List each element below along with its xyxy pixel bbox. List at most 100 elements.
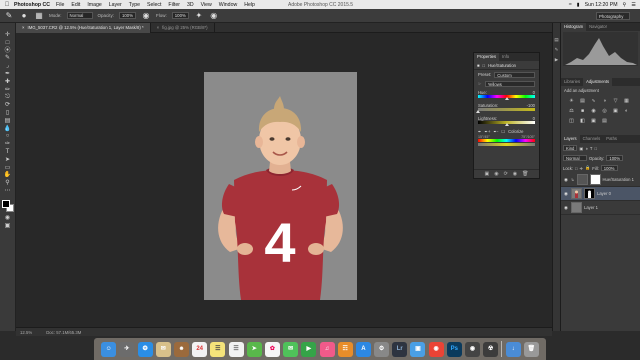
lock-pixels-icon[interactable]: □ [575,166,578,171]
type-tool-icon[interactable]: T [2,149,14,157]
messages-icon[interactable]: ✉ [283,341,299,357]
menu-view[interactable]: View [201,2,212,8]
fill-field[interactable]: 100% [600,165,618,171]
visibility-eye-icon[interactable]: ◉ [563,177,569,183]
menu-select[interactable]: Select [147,2,161,8]
wifi-icon[interactable]: ≈ [569,2,572,8]
hue-slider[interactable] [478,95,535,100]
photoshop-icon[interactable]: Ps [446,341,462,357]
filter-shape-icon[interactable]: □ [594,146,597,151]
flow-field[interactable]: 100% [171,12,189,19]
black-white-icon[interactable]: ■ [578,107,587,115]
preview-icon[interactable]: ▣ [410,341,426,357]
photo-filter-icon[interactable]: ◉ [589,107,598,115]
dodge-tool-icon[interactable]: ○ [2,133,14,141]
gradient-tool-icon[interactable]: ▤ [2,118,14,126]
lock-all-icon[interactable]: 🔒 [585,165,590,171]
actions-panel-icon[interactable]: ▶ [555,57,558,63]
crop-tool-icon[interactable]: ⌟ [2,63,14,71]
trash-icon[interactable]: 🗑 [523,341,539,357]
menu-layer[interactable]: Layer [109,2,122,8]
path-selection-tool-icon[interactable]: ➤ [2,157,14,165]
facetime-icon[interactable]: ▶ [301,341,317,357]
eyedropper-add-icon[interactable]: ✒+ [485,129,491,134]
history-brush-tool-icon[interactable]: ⟳ [2,102,14,110]
history-panel-icon[interactable]: ▤ [554,37,558,43]
color-swatches[interactable] [1,199,14,212]
screen-mode-icon[interactable]: ▣ [2,223,14,231]
quick-mask-icon[interactable]: ◉ [2,215,14,223]
camera-app-icon[interactable]: ◉ [465,341,480,357]
layer-opacity-field[interactable]: 100% [606,155,624,161]
posterize-icon[interactable]: ◫ [567,117,576,125]
brightness-contrast-icon[interactable]: ☀ [567,97,576,105]
battery-icon[interactable]: ▮ [577,2,580,8]
colorize-checkbox[interactable]: ☐ [501,129,505,134]
system-preferences-icon[interactable]: ⚙ [374,341,390,357]
invert-icon[interactable]: ◐ [622,107,631,115]
tab-layers[interactable]: Layers [561,135,580,143]
menu-help[interactable]: Help [244,2,255,8]
notes-icon[interactable]: ☰ [210,341,226,357]
vibrance-icon[interactable]: ▽ [611,97,620,105]
eraser-tool-icon[interactable]: ▯ [2,110,14,118]
pressure-size-icon[interactable]: ◉ [209,11,219,21]
brush-tool-preset-icon[interactable]: ✎ [4,11,14,21]
pen-tool-icon[interactable]: ✑ [2,141,14,149]
saturation-slider[interactable] [476,108,535,113]
airbrush-icon[interactable]: ✦ [194,11,204,21]
close-tab-icon[interactable]: × [22,25,25,30]
reset-icon[interactable]: ⟳ [504,171,508,177]
channel-select[interactable]: Yellows [484,80,535,87]
quick-select-tool-icon[interactable]: ✎ [2,55,14,63]
tab-paths[interactable]: Paths [603,135,620,143]
visibility-icon[interactable]: ◉ [513,171,517,177]
more-tools-icon[interactable]: ⋯ [2,188,14,196]
menu-window[interactable]: Window [219,2,237,8]
delete-icon[interactable]: 🗑 [522,171,528,177]
document-tab[interactable]: × fig.jpg @ 25% (RGB/8*) [151,23,215,33]
filter-pixel-icon[interactable]: ▣ [579,146,583,151]
pressure-opacity-icon[interactable]: ◉ [141,11,151,21]
clip-to-layer-icon[interactable]: ▣ [484,171,489,177]
color-balance-icon[interactable]: ⚖ [567,107,576,115]
layer-row[interactable]: ◉ Layer 0 [561,187,640,201]
contacts-icon[interactable]: ☻ [174,341,189,357]
levels-icon[interactable]: ▤ [578,97,587,105]
zoom-tool-icon[interactable]: ⚲ [2,180,14,188]
ibooks-icon[interactable]: ☶ [337,341,353,357]
threshold-icon[interactable]: ◧ [578,117,587,125]
blend-mode-select[interactable]: Normal [563,155,587,161]
tab-libraries[interactable]: Libraries [561,78,583,86]
notification-center-icon[interactable]: ☰ [631,2,636,8]
clone-stamp-tool-icon[interactable]: ⎋ [2,94,14,102]
chrome-icon[interactable]: ◉ [428,341,444,357]
filter-type-icon[interactable]: T [590,146,593,151]
eyedropper-subtract-icon[interactable]: ✒- [493,129,498,134]
foreground-color-swatch[interactable] [1,199,10,208]
channel-mixer-icon[interactable]: ◎ [600,107,609,115]
cleanmymac-icon[interactable]: ☢ [483,341,499,357]
close-tab-icon[interactable]: × [157,25,160,30]
tab-channels[interactable]: Channels [580,135,604,143]
itunes-icon[interactable]: ♫ [319,341,335,357]
maps-icon[interactable]: ➤ [246,341,262,357]
tab-properties[interactable]: Properties [474,53,500,61]
finder-icon[interactable]: ☺ [101,341,117,357]
menu-app-name[interactable]: Photoshop CC [14,2,50,8]
hue-saturation-icon[interactable]: ▦ [622,97,631,105]
lightness-slider-handle[interactable] [504,123,509,126]
blur-tool-icon[interactable]: 💧 [2,126,14,134]
photos-icon[interactable]: ✿ [264,341,280,357]
tab-info[interactable]: Info [499,53,512,61]
canvas-area[interactable]: 4 [16,33,552,327]
filter-adjustment-icon[interactable]: ◑ [585,146,588,151]
app-store-icon[interactable]: A [355,341,371,357]
mask-icon[interactable]: □ [483,63,486,68]
range-bar-bottom[interactable] [478,143,535,146]
healing-brush-tool-icon[interactable]: ✚ [2,79,14,87]
safari-icon[interactable]: ❂ [137,341,153,357]
brush-size-icon[interactable]: ● [19,11,29,21]
downloads-folder-icon[interactable]: ↓ [505,341,521,357]
menu-edit[interactable]: Edit [71,2,80,8]
